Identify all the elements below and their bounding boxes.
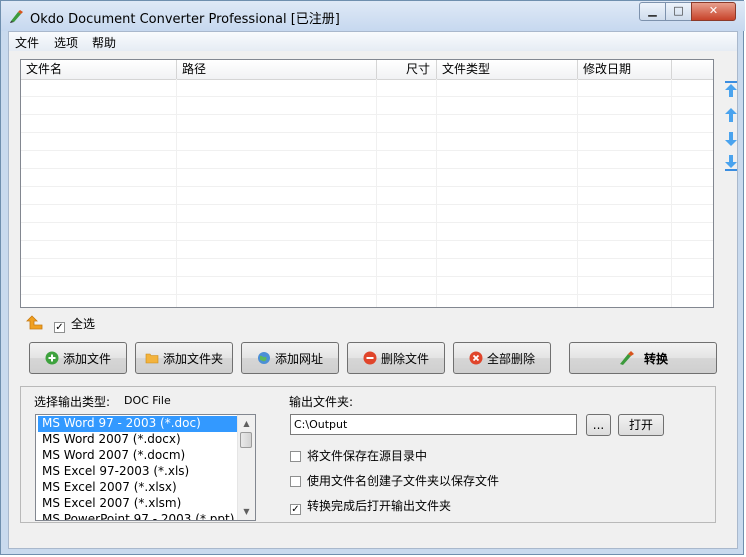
add-icon: [45, 351, 59, 365]
save-in-source-checkbox[interactable]: [290, 451, 301, 462]
open-output-folder-label: 转换完成后打开输出文件夹: [307, 499, 452, 513]
empty-row: [21, 205, 713, 223]
app-logo-icon: [10, 10, 23, 23]
scroll-thumb[interactable]: [240, 432, 252, 448]
empty-row: [21, 187, 713, 205]
create-subfolder-checkbox[interactable]: [290, 476, 301, 487]
empty-row: [21, 277, 713, 295]
globe-icon: [257, 352, 270, 364]
move-down-icon[interactable]: [724, 130, 738, 148]
column-modified-date[interactable]: 修改日期: [578, 60, 672, 79]
move-up-icon[interactable]: [724, 106, 738, 124]
empty-row: [21, 97, 713, 115]
output-type-list[interactable]: MS Word 97 - 2003 (*.doc) MS Word 2007 (…: [35, 414, 256, 521]
empty-row: [21, 241, 713, 259]
empty-row: [21, 223, 713, 241]
output-type-option[interactable]: MS Excel 97-2003 (*.xls): [38, 464, 238, 480]
add-folder-button[interactable]: 添加文件夹: [135, 342, 233, 374]
output-type-option[interactable]: MS Word 2007 (*.docx): [38, 432, 238, 448]
scroll-down-arrow-icon[interactable]: ▼: [238, 503, 255, 520]
output-folder-label: 输出文件夹:: [289, 395, 354, 409]
output-type-option[interactable]: MS Word 97 - 2003 (*.doc): [38, 416, 238, 432]
parent-folder-up-icon[interactable]: [26, 315, 44, 331]
title-bar[interactable]: Okdo Document Converter Professional [已注…: [1, 1, 745, 31]
menu-help[interactable]: 帮助: [92, 34, 116, 51]
empty-row: [21, 169, 713, 187]
option-create-subfolder[interactable]: 使用文件名创建子文件夹以保存文件: [290, 472, 499, 488]
create-subfolder-label: 使用文件名创建子文件夹以保存文件: [307, 474, 500, 488]
output-type-scrollbar[interactable]: ▲ ▼: [237, 415, 255, 520]
convert-button[interactable]: 转换: [569, 342, 717, 374]
menu-file[interactable]: 文件: [15, 34, 39, 51]
open-folder-button[interactable]: 打开: [618, 414, 664, 436]
option-open-output-folder[interactable]: ✓ 转换完成后打开输出文件夹: [290, 497, 452, 515]
output-type-option[interactable]: MS PowerPoint 97 - 2003 (*.ppt): [38, 512, 238, 520]
delete-all-label: 全部删除: [486, 351, 535, 366]
add-file-label: 添加文件: [62, 351, 111, 366]
output-type-option[interactable]: MS Excel 2007 (*.xlsx): [38, 480, 238, 496]
minimize-button[interactable]: ▁: [639, 2, 666, 21]
status-bar: [9, 527, 737, 548]
browse-button[interactable]: ...: [586, 414, 611, 436]
clear-icon: [469, 351, 483, 365]
output-folder-input[interactable]: C:\Output: [290, 414, 577, 435]
select-all-label: 全选: [71, 317, 96, 331]
convert-icon: [619, 351, 634, 365]
delete-all-button[interactable]: 全部删除: [453, 342, 551, 374]
menu-bar: 文件 选项 帮助: [9, 32, 737, 51]
open-output-folder-checkbox[interactable]: ✓: [290, 504, 301, 515]
app-window: Okdo Document Converter Professional [已注…: [0, 0, 745, 555]
move-bottom-icon[interactable]: [724, 154, 738, 172]
output-type-label: 选择输出类型:: [34, 395, 111, 409]
empty-row: [21, 259, 713, 277]
delete-file-button[interactable]: 删除文件: [347, 342, 445, 374]
empty-row: [21, 79, 713, 97]
close-button[interactable]: ✕: [691, 2, 736, 21]
empty-row: [21, 151, 713, 169]
output-type-value: DOC File: [124, 394, 171, 407]
file-list[interactable]: 文件名 路径 尺寸 文件类型 修改日期: [20, 59, 714, 308]
scroll-up-arrow-icon[interactable]: ▲: [238, 415, 255, 432]
remove-icon: [363, 351, 377, 365]
empty-row: [21, 115, 713, 133]
column-size[interactable]: 尺寸: [377, 60, 437, 79]
move-top-icon[interactable]: [724, 80, 738, 98]
add-file-button[interactable]: 添加文件: [29, 342, 127, 374]
add-folder-label: 添加文件夹: [162, 351, 223, 366]
add-url-button[interactable]: 添加网址: [241, 342, 339, 374]
add-url-label: 添加网址: [274, 351, 323, 366]
convert-label: 转换: [643, 351, 668, 366]
client-area: 文件 选项 帮助 文件名 路径 尺寸 文件类型 修改日期 ✓ 全选 添加文件 添…: [8, 31, 738, 549]
delete-file-label: 删除文件: [380, 351, 429, 366]
select-all-row[interactable]: ✓ 全选: [54, 315, 95, 333]
file-list-header: 文件名 路径 尺寸 文件类型 修改日期: [21, 60, 713, 80]
maximize-button[interactable]: □: [665, 2, 692, 21]
window-title: Okdo Document Converter Professional [已注…: [30, 12, 340, 27]
option-save-in-source[interactable]: 将文件保存在源目录中: [290, 447, 427, 463]
menu-options[interactable]: 选项: [54, 34, 78, 51]
select-all-checkbox[interactable]: ✓: [54, 322, 65, 333]
empty-row: [21, 295, 713, 307]
output-type-option[interactable]: MS Excel 2007 (*.xlsm): [38, 496, 238, 512]
column-path[interactable]: 路径: [177, 60, 377, 79]
output-type-option[interactable]: MS Word 2007 (*.docm): [38, 448, 238, 464]
save-in-source-label: 将文件保存在源目录中: [307, 449, 428, 463]
column-filename[interactable]: 文件名: [21, 60, 177, 79]
output-settings-panel: 选择输出类型: DOC File MS Word 97 - 2003 (*.do…: [20, 386, 716, 523]
column-filetype[interactable]: 文件类型: [437, 60, 578, 79]
folder-icon: [145, 353, 159, 364]
empty-row: [21, 133, 713, 151]
